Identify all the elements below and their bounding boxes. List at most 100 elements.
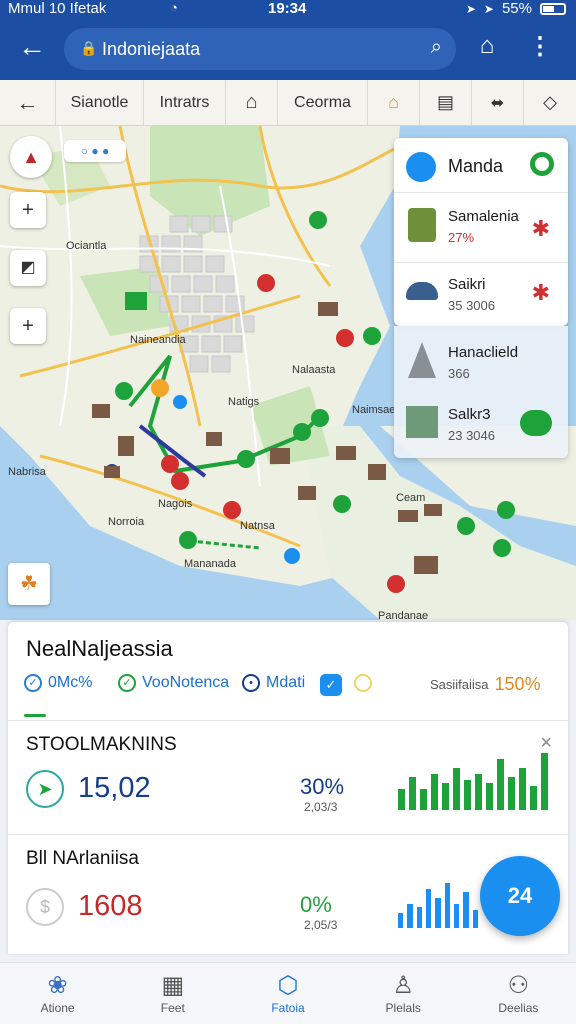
map-label: Natigs bbox=[228, 396, 260, 408]
split-icon[interactable]: ⬌ bbox=[472, 79, 524, 126]
home-icon[interactable]: ⌂ bbox=[470, 32, 504, 66]
battery-fill bbox=[543, 5, 554, 12]
map-label: Naimsae bbox=[352, 404, 396, 416]
sheet-divider bbox=[8, 834, 568, 835]
chart-bar bbox=[541, 753, 548, 810]
map-label: Mananada bbox=[184, 558, 236, 570]
chart-bar bbox=[463, 892, 469, 928]
sheet-divider bbox=[8, 720, 568, 721]
clover-icon[interactable]: ☘ bbox=[8, 563, 50, 605]
filter-bar: ← Sianotle Intratrs ⌂ Ceorma ⌂ ▤ ⬌ ◇ bbox=[0, 79, 576, 126]
chart-bar bbox=[475, 774, 482, 810]
chart-bar bbox=[444, 883, 450, 928]
battery-percent: 55% bbox=[501, 0, 532, 17]
compass-needle-icon: ➤ bbox=[26, 770, 64, 808]
card-title: Manda bbox=[448, 156, 504, 176]
stat-value: 15,02 bbox=[78, 772, 151, 804]
chart-bar bbox=[435, 898, 441, 928]
share-icon: ⚇ bbox=[507, 972, 530, 999]
place-sub: 35 3006 bbox=[448, 298, 495, 313]
action-fab[interactable]: 24 bbox=[480, 856, 560, 936]
places-card[interactable]: Manda Samalenia 27% ✱ Saikri 35 3006 ✱ bbox=[394, 138, 568, 326]
checkbox-icon: ✓ bbox=[320, 674, 342, 696]
chart-bar bbox=[453, 768, 460, 810]
stat-sub: 2,05/3 bbox=[304, 918, 338, 932]
map-label: Nabrisa bbox=[8, 466, 46, 478]
search-input[interactable]: 🔒 Indoniejaata ⌕ bbox=[64, 28, 456, 70]
gear-icon[interactable] bbox=[530, 152, 554, 176]
ring-chip[interactable] bbox=[354, 674, 372, 692]
chip-right-label: Sasiifaiisa bbox=[430, 677, 489, 692]
stat-percent: 30% bbox=[300, 774, 345, 799]
chart-bar bbox=[431, 774, 438, 810]
map-label: Nalaasta bbox=[292, 364, 336, 376]
place-sub: 23 3046 bbox=[448, 428, 495, 443]
back-button[interactable]: ← bbox=[18, 30, 46, 64]
compass-icon[interactable]: ▲ bbox=[10, 136, 52, 178]
stat-percent: 0% bbox=[300, 892, 332, 917]
chart-bar bbox=[519, 768, 526, 810]
chart-bar bbox=[497, 759, 504, 810]
app-header: Mmul 10 Ifetak ◔ 19:34 ➤ ➤ 55% ← 🔒 Indon… bbox=[0, 0, 576, 80]
stat-value: 1608 bbox=[78, 890, 143, 922]
chart-bar bbox=[464, 780, 471, 810]
card-header: Manda bbox=[394, 150, 568, 190]
map-label: Ociantla bbox=[66, 240, 107, 252]
place-item[interactable]: Saikri 35 3006 ✱ bbox=[394, 268, 568, 324]
filter-intratrs[interactable]: Intratrs bbox=[144, 79, 226, 126]
filter-chips: ✓ 0Mc% ✓ VooNotenca • Mdati ✓ Sasiifaiis… bbox=[24, 674, 554, 702]
nav-deelias[interactable]: ⚇ Deelias bbox=[461, 963, 576, 1024]
chart-bar bbox=[442, 783, 449, 810]
home-icon[interactable]: ⌂ bbox=[226, 79, 278, 126]
layers-icon[interactable]: ◩ bbox=[10, 250, 46, 286]
checkbox-chip[interactable]: ✓ bbox=[320, 674, 342, 696]
more-menu-icon[interactable]: ⋮ bbox=[526, 32, 554, 66]
tab-indicator bbox=[24, 714, 46, 717]
asterisk-icon: ✱ bbox=[531, 280, 550, 305]
chart-bar bbox=[409, 777, 416, 810]
temple-icon bbox=[408, 342, 436, 378]
add-button[interactable]: + bbox=[10, 308, 46, 344]
building-icon: ▦ bbox=[161, 972, 185, 999]
chart-bar bbox=[398, 789, 405, 810]
card-divider bbox=[394, 262, 568, 263]
nav-atione[interactable]: ❀ Atione bbox=[0, 963, 115, 1024]
place-item[interactable]: Salkr3 23 3046 bbox=[394, 402, 568, 458]
grid-doc-icon[interactable]: ▤ bbox=[420, 79, 472, 126]
nav-label: Fatoia bbox=[271, 1001, 305, 1015]
place-item[interactable]: Hanaclield 366 bbox=[394, 340, 568, 396]
search-icon[interactable]: ⌕ bbox=[431, 36, 442, 59]
bottom-nav: ❀ Atione ▦ Feet ⬡ Fatoia ♙ Plelals ⚇ Dee… bbox=[0, 962, 576, 1024]
nav-fatoia[interactable]: ⬡ Fatoia bbox=[230, 963, 345, 1024]
search-text: Indoniejaata bbox=[102, 39, 201, 59]
stat-title: Bll NArlaniisa bbox=[26, 848, 139, 869]
filter-label: Intratrs bbox=[159, 93, 210, 111]
filter-ceorma[interactable]: Ceorma bbox=[278, 79, 368, 126]
zoom-in-button[interactable]: + bbox=[10, 192, 46, 228]
carrier-text: Mmul 10 Ifetak bbox=[8, 0, 107, 17]
filter-sianotle[interactable]: Sianotle bbox=[56, 79, 144, 126]
nav-feet[interactable]: ▦ Feet bbox=[115, 963, 230, 1024]
place-item[interactable]: Samalenia 27% ✱ bbox=[394, 200, 568, 260]
nav-plelals[interactable]: ♙ Plelals bbox=[346, 963, 461, 1024]
pin-diamond-icon[interactable]: ◇ bbox=[524, 80, 576, 126]
circle-icon: • bbox=[242, 674, 260, 692]
status-pill-icon bbox=[520, 410, 552, 436]
map-mini-chip[interactable]: ○ ● ● bbox=[64, 140, 126, 162]
places-card-lower[interactable]: Hanaclield 366 Salkr3 23 3046 bbox=[394, 326, 568, 458]
chip-voonotenca[interactable]: ✓ VooNotenca bbox=[118, 674, 229, 692]
chart-bar bbox=[407, 904, 413, 928]
chip-mdati[interactable]: • Mdati bbox=[242, 674, 305, 692]
chip-label: VooNotenca bbox=[142, 674, 230, 691]
place-name: Hanaclield bbox=[448, 344, 519, 361]
place-name: Salkr3 bbox=[448, 406, 491, 423]
chart-bar bbox=[425, 889, 432, 928]
lock-icon: 🔒 bbox=[80, 40, 98, 56]
back-arrow-icon[interactable]: ← bbox=[0, 79, 56, 126]
location-icon: ➤ bbox=[465, 1, 476, 16]
chart-bar bbox=[416, 907, 422, 928]
chip-omc[interactable]: ✓ 0Mc% bbox=[24, 674, 92, 692]
monument-icon bbox=[408, 208, 436, 242]
house-orange-icon[interactable]: ⌂ bbox=[368, 79, 420, 126]
chart-bar bbox=[486, 783, 493, 810]
